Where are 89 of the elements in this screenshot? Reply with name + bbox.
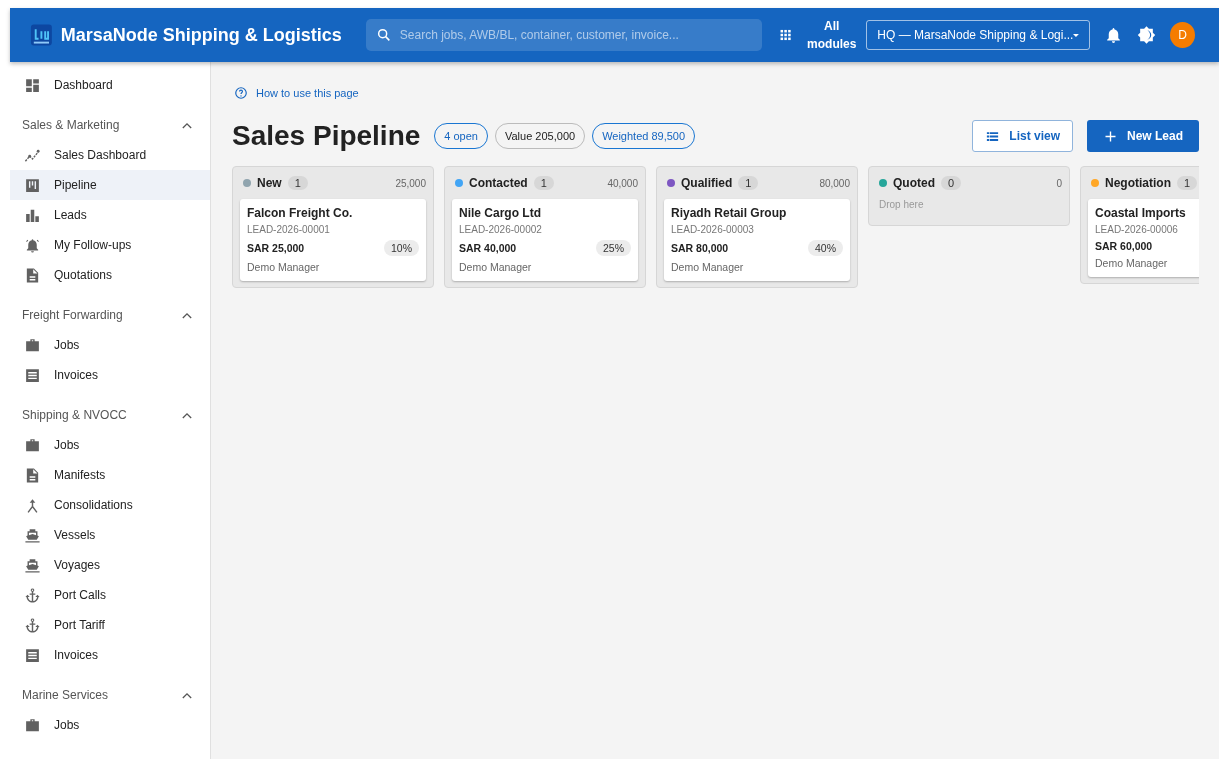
- branch-select[interactable]: HQ — MarsaNode Shipping & Logi...: [866, 20, 1091, 50]
- count-badge: 1: [738, 176, 759, 190]
- company-name: Coastal Imports: [1095, 206, 1187, 220]
- caret-icon: [1073, 32, 1080, 38]
- kanban-icon: [24, 176, 41, 194]
- company-name: Riyadh Retail Group: [671, 206, 788, 220]
- count-badge: 0: [941, 176, 962, 190]
- page-title: Sales Pipeline: [232, 120, 421, 152]
- lead-amount: SAR 80,000: [671, 242, 729, 254]
- column-total: 25,000: [395, 177, 426, 189]
- sidebar-item[interactable]: Leads: [10, 200, 210, 230]
- count-badge: 1: [533, 176, 554, 190]
- list-document-icon: [24, 646, 41, 664]
- company-name: Nile Cargo Ltd: [459, 206, 542, 220]
- company-name: Falcon Freight Co.: [247, 206, 354, 220]
- column-title: Contacted: [469, 176, 528, 190]
- sidebar-item[interactable]: Port Calls: [10, 580, 210, 610]
- owner-name: Demo Manager: [1095, 257, 1169, 269]
- dashboard-icon: [24, 76, 41, 94]
- lead-ref: LEAD-2026-00002: [459, 224, 543, 235]
- owner-name: Demo Manager: [459, 261, 533, 273]
- count-badge: 1: [287, 176, 308, 190]
- list-view-button[interactable]: List view: [972, 120, 1073, 152]
- anchor-icon: [24, 616, 41, 634]
- column-title: Quoted: [893, 176, 935, 190]
- sidebar-item[interactable]: Vessels: [10, 520, 210, 550]
- help-icon: [234, 86, 248, 100]
- section-title: Sales & Marketing: [22, 118, 120, 132]
- document-icon: [24, 266, 41, 284]
- sidebar-item[interactable]: Jobs: [10, 710, 210, 740]
- search-icon: [375, 27, 392, 43]
- sidebar-item[interactable]: Jobs: [10, 330, 210, 360]
- document-icon: [24, 466, 41, 484]
- sidebar-item[interactable]: Manifests: [10, 460, 210, 490]
- briefcase-icon: [24, 436, 41, 454]
- new-lead-button[interactable]: New Lead: [1087, 120, 1199, 152]
- ship-icon: [24, 556, 41, 574]
- sidebar-item[interactable]: Quotations: [10, 260, 210, 290]
- drop-hint: Drop here: [878, 199, 925, 212]
- lead-amount: SAR 25,000: [247, 242, 305, 254]
- list-document-icon: [24, 366, 41, 384]
- lead-card[interactable]: Nile Cargo Ltd LEAD-2026-00002 SAR 40,000 25% Demo Manager: [452, 199, 638, 281]
- chevron-icon[interactable]: [182, 121, 192, 129]
- sidebar-item[interactable]: Consolidations: [10, 490, 210, 520]
- column-title: New: [257, 176, 282, 190]
- sidebar-item[interactable]: Voyages: [10, 550, 210, 580]
- chevron-icon[interactable]: [182, 311, 192, 319]
- lead-ref: LEAD-2026-00006: [1095, 224, 1179, 235]
- section-title: Shipping & NVOCC: [22, 408, 127, 422]
- column-title: Qualified: [681, 176, 733, 190]
- count-badge: 1: [1177, 176, 1198, 190]
- probability-badge: 40%: [808, 240, 843, 256]
- section-title: Marine Services: [22, 688, 109, 702]
- sidebar-item[interactable]: Pipeline: [10, 170, 210, 200]
- chevron-icon[interactable]: [182, 691, 192, 699]
- anchor-icon: [24, 586, 41, 604]
- app-title: MarsaNode Shipping & Logistics: [60, 24, 342, 46]
- sidebar-item[interactable]: My Follow-ups: [10, 230, 210, 260]
- lead-card[interactable]: Coastal Imports LEAD-2026-00006 SAR 60,000 Demo Manager: [1088, 199, 1199, 277]
- lead-amount: SAR 60,000: [1095, 240, 1153, 252]
- ship-icon: [24, 526, 41, 544]
- sidebar-item[interactable]: Invoices: [10, 360, 210, 390]
- all-modules-button[interactable]: All modules: [805, 17, 859, 53]
- sidebar-item[interactable]: Dashboard: [10, 70, 210, 100]
- lead-ref: LEAD-2026-00001: [247, 224, 331, 235]
- brightness-icon[interactable]: [1137, 25, 1157, 45]
- sidebar-item[interactable]: Port Tariff: [10, 610, 210, 640]
- lead-ref: LEAD-2026-00003: [671, 224, 755, 235]
- sidebar-item[interactable]: Sales Dashboard: [10, 140, 210, 170]
- lead-card[interactable]: Falcon Freight Co. LEAD-2026-00001 SAR 25,000 10% Demo Manager: [240, 199, 426, 281]
- column-title: Negotiation: [1105, 176, 1171, 190]
- briefcase-icon: [24, 716, 41, 734]
- help-link[interactable]: How to use this page: [256, 87, 359, 99]
- alarm-bell-icon: [24, 236, 41, 254]
- probability-badge: 10%: [384, 240, 419, 256]
- sidebar-item[interactable]: Invoices: [10, 640, 210, 670]
- briefcase-icon: [24, 336, 41, 354]
- section-title: Freight Forwarding: [22, 308, 123, 322]
- logo-icon: [30, 22, 53, 48]
- lead-card[interactable]: Riyadh Retail Group LEAD-2026-00003 SAR 80,000 40% Demo Manager: [664, 199, 850, 281]
- column-total: 80,000: [819, 177, 850, 189]
- owner-name: Demo Manager: [247, 261, 321, 273]
- column-total: 40,000: [607, 177, 638, 189]
- owner-name: Demo Manager: [671, 261, 745, 273]
- chevron-icon[interactable]: [182, 411, 192, 419]
- probability-badge: 25%: [596, 240, 631, 256]
- lead-amount: SAR 40,000: [459, 242, 517, 254]
- column-total: 0: [1056, 177, 1062, 189]
- sidebar-item[interactable]: Jobs: [10, 430, 210, 460]
